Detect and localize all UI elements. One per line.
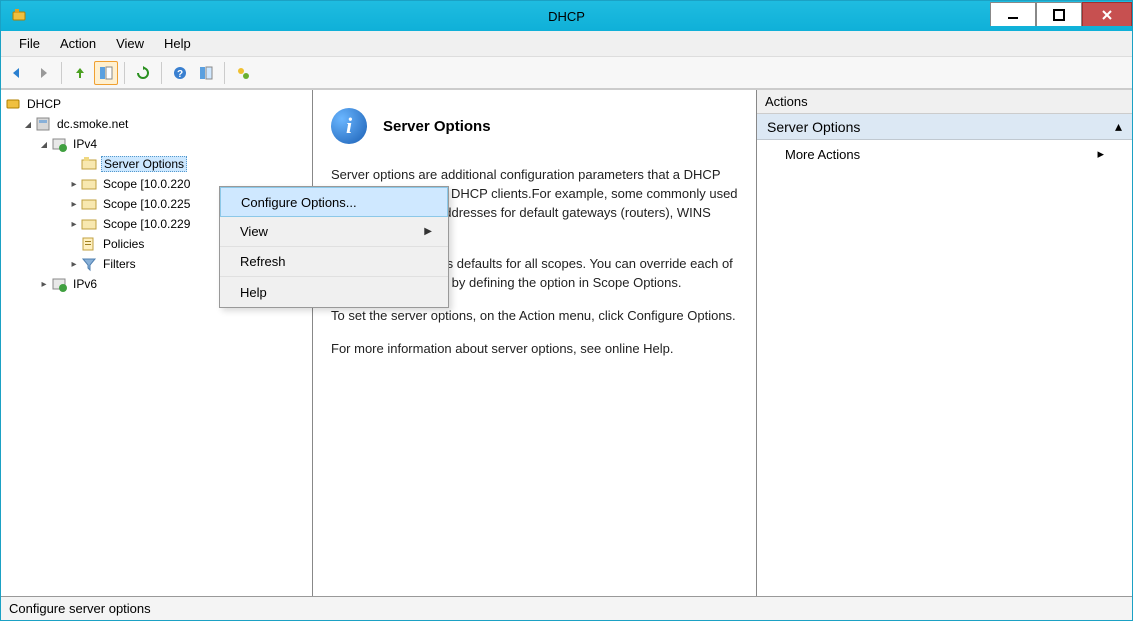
collapse-icon: ▴ [1115, 118, 1122, 135]
tree-label: dc.smoke.net [55, 117, 130, 131]
content-area: DHCP dc.smoke.net IPv4 Server Options Sc [1, 89, 1132, 596]
toolbar-separator [124, 62, 125, 84]
expander-icon[interactable] [67, 257, 81, 271]
tree-label: Scope [10.0.225 [101, 197, 192, 211]
menu-help[interactable]: Help [154, 33, 201, 54]
actions-item-label: More Actions [785, 147, 860, 162]
maximize-button[interactable] [1036, 2, 1082, 26]
server-icon [35, 116, 51, 132]
main-paragraph: To set the server options, on the Action… [331, 307, 738, 326]
expander-icon[interactable] [21, 117, 35, 131]
manage-button[interactable] [231, 61, 255, 85]
tree-label: Policies [101, 237, 146, 251]
ctx-help[interactable]: Help [220, 277, 448, 307]
tree-ipv4[interactable]: IPv4 [5, 134, 308, 154]
svg-text:?: ? [177, 69, 183, 80]
ctx-label: View [240, 224, 268, 239]
help-button[interactable]: ? [168, 61, 192, 85]
forward-button[interactable] [31, 61, 55, 85]
ctx-configure-options[interactable]: Configure Options... [220, 187, 448, 217]
ctx-label: Configure Options... [241, 195, 357, 210]
actions-section-server-options[interactable]: Server Options ▴ [757, 114, 1132, 140]
tree-pane[interactable]: DHCP dc.smoke.net IPv4 Server Options Sc [1, 90, 313, 596]
window-controls [990, 1, 1132, 31]
toolbar: ? [1, 57, 1132, 89]
expander-icon[interactable] [67, 177, 81, 191]
main-title: Server Options [383, 118, 491, 135]
toolbar-separator [61, 62, 62, 84]
expander-spacer [67, 237, 81, 251]
ctx-refresh[interactable]: Refresh [220, 247, 448, 277]
statusbar: Configure server options [1, 596, 1132, 620]
actions-more-actions[interactable]: More Actions ▸ [757, 140, 1132, 168]
chevron-right-icon: ▸ [1097, 146, 1104, 162]
main-header: i Server Options [331, 108, 738, 144]
back-button[interactable] [5, 61, 29, 85]
window-frame: DHCP File Action View Help ? [0, 0, 1133, 621]
main-paragraph: For more information about server option… [331, 340, 738, 359]
main-pane: i Server Options Server options are addi… [313, 90, 757, 596]
folder-icon [81, 216, 97, 232]
toolbar-separator [224, 62, 225, 84]
titlebar[interactable]: DHCP [1, 1, 1132, 31]
dhcp-icon [5, 96, 21, 112]
tree-label: IPv4 [71, 137, 99, 151]
ipv6-icon [51, 276, 67, 292]
folder-icon [81, 176, 97, 192]
menu-action[interactable]: Action [50, 33, 106, 54]
expander-icon[interactable] [67, 197, 81, 211]
refresh-button[interactable] [131, 61, 155, 85]
tree-root-dhcp[interactable]: DHCP [5, 94, 308, 114]
policies-icon [81, 236, 97, 252]
actions-pane: Actions Server Options ▴ More Actions ▸ [757, 90, 1132, 596]
expander-spacer [67, 157, 81, 171]
tree-label: IPv6 [71, 277, 99, 291]
folder-icon [81, 196, 97, 212]
ctx-label: Refresh [240, 254, 286, 269]
menu-file[interactable]: File [9, 33, 50, 54]
tree-label: Server Options [101, 156, 187, 172]
context-menu: Configure Options... View ▶ Refresh Help [219, 186, 449, 308]
minimize-button[interactable] [990, 2, 1036, 26]
ctx-view[interactable]: View ▶ [220, 217, 448, 247]
info-icon: i [331, 108, 367, 144]
window-title: DHCP [548, 9, 585, 24]
tree-label: Scope [10.0.229 [101, 217, 192, 231]
tree-server-options[interactable]: Server Options [5, 154, 308, 174]
expander-icon[interactable] [37, 277, 51, 291]
toolbar-separator [161, 62, 162, 84]
ipv4-icon [51, 136, 67, 152]
tree-label: Filters [101, 257, 138, 271]
menu-view[interactable]: View [106, 33, 154, 54]
menubar: File Action View Help [1, 31, 1132, 57]
tree-label: Scope [10.0.220 [101, 177, 192, 191]
chevron-right-icon: ▶ [424, 226, 432, 237]
app-icon [9, 6, 29, 26]
actions-header: Actions [757, 90, 1132, 114]
actions-section-label: Server Options [767, 119, 860, 135]
options-icon [81, 156, 97, 172]
show-hide-tree-button[interactable] [94, 61, 118, 85]
tree-label: DHCP [25, 97, 63, 111]
properties-button[interactable] [194, 61, 218, 85]
ctx-label: Help [240, 285, 267, 300]
expander-icon[interactable] [67, 217, 81, 231]
up-button[interactable] [68, 61, 92, 85]
close-button[interactable] [1082, 2, 1132, 26]
expander-icon[interactable] [37, 137, 51, 151]
tree-server[interactable]: dc.smoke.net [5, 114, 308, 134]
filters-icon [81, 256, 97, 272]
statusbar-text: Configure server options [9, 601, 151, 616]
